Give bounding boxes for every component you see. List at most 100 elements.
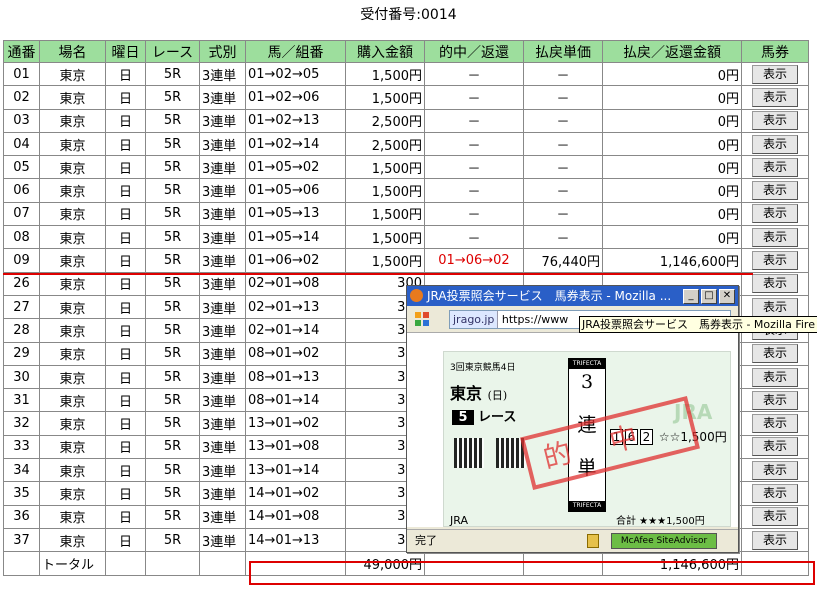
venue-cell: 東京 — [39, 411, 106, 436]
serial-number-cell: 37 — [3, 527, 40, 553]
show-ticket-button[interactable]: 表示 — [752, 274, 798, 294]
show-ticket-button[interactable]: 表示 — [752, 390, 798, 410]
serial-number-cell: 04 — [3, 131, 40, 157]
bet-type-cell: 3連単 — [199, 411, 246, 436]
hit-combination-cell: － — [424, 61, 524, 87]
maximize-icon[interactable]: □ — [701, 289, 717, 304]
show-ticket-button[interactable]: 表示 — [752, 437, 798, 457]
bet-type-cell: 3連単 — [199, 341, 246, 366]
betting-ticket-image: 3回東京競馬4日 東京 (日) 5 レース TRIFECTA 3 連 単 TRIF… — [443, 351, 731, 527]
show-ticket-button[interactable]: 表示 — [752, 297, 798, 317]
show-ticket-button[interactable]: 表示 — [752, 134, 798, 154]
column-header: 購入金額 — [345, 40, 425, 63]
payout-amount-cell: 0円 — [602, 131, 742, 157]
bet-type-cell: 3連単 — [199, 294, 246, 320]
minimize-icon[interactable]: _ — [683, 289, 699, 304]
show-ticket-button[interactable]: 表示 — [752, 87, 798, 107]
horse-combination-cell: 01→05→06 — [245, 178, 346, 203]
venue-cell: 東京 — [39, 388, 106, 413]
horse-combination-cell: 01→02→14 — [245, 131, 346, 157]
popup-titlebar[interactable]: JRA投票照会サービス 馬券表示 - Mozilla ... _ □ ✕ — [407, 286, 738, 306]
serial-number-cell: 09 — [3, 248, 40, 273]
show-ticket-button[interactable]: 表示 — [752, 64, 798, 84]
total-empty-cell — [105, 551, 146, 576]
venue-cell: 東京 — [39, 527, 106, 553]
show-ticket-button[interactable]: 表示 — [752, 227, 798, 247]
weekday-cell: 日 — [105, 481, 146, 506]
serial-number-cell: 02 — [3, 85, 40, 110]
payout-unit-price-cell: － — [523, 155, 603, 180]
serial-number-cell: 08 — [3, 225, 40, 250]
purchase-amount-cell: 1,500円 — [345, 248, 425, 273]
horse-combination-cell: 08→01→02 — [245, 341, 346, 366]
race-number-cell: 5R — [145, 481, 200, 506]
serial-number-cell: 01 — [3, 61, 40, 87]
hit-combination-cell: － — [424, 225, 524, 250]
weekday-cell: 日 — [105, 108, 146, 133]
ticket-cell: 表示 — [741, 341, 809, 366]
bet-type-cell: 3連単 — [199, 364, 246, 390]
show-ticket-button[interactable]: 表示 — [752, 367, 798, 387]
race-number-cell: 5R — [145, 318, 200, 343]
venue-cell: 東京 — [39, 178, 106, 203]
show-ticket-button[interactable]: 表示 — [752, 344, 798, 364]
payout-amount-cell: 0円 — [602, 61, 742, 87]
horse-combination-cell: 08→01→14 — [245, 388, 346, 413]
serial-number-cell: 35 — [3, 481, 40, 506]
ticket-band-bottom: TRIFECTA — [569, 501, 605, 511]
payout-unit-price-cell: － — [523, 225, 603, 250]
purchase-amount-cell: 1,500円 — [345, 201, 425, 227]
show-ticket-button[interactable]: 表示 — [752, 251, 798, 271]
table-row: 07 東京日 5R 3連単 01→05→13 1,500円－－ 0円 表示 — [3, 201, 809, 227]
table-row: 05 東京日 5R 3連単 01→05→02 1,500円－－ 0円 表示 — [3, 155, 809, 180]
serial-number-cell: 27 — [3, 294, 40, 320]
site-identity-button[interactable]: jrago.jp — [450, 311, 499, 328]
title-tooltip: JRA投票照会サービス 馬券表示 - Mozilla Fire — [579, 316, 817, 333]
show-ticket-button[interactable]: 表示 — [752, 111, 798, 131]
show-ticket-button[interactable]: 表示 — [752, 483, 798, 503]
bet-type-cell: 3連単 — [199, 318, 246, 343]
show-ticket-button[interactable]: 表示 — [752, 204, 798, 224]
lock-icon[interactable] — [587, 534, 599, 548]
bet-type-cell: 3連単 — [199, 61, 246, 87]
table-row: 04 東京日 5R 3連単 01→02→14 2,500円－－ 0円 表示 — [3, 131, 809, 157]
site-grid-icon — [415, 312, 431, 328]
horse-combination-cell: 13→01→14 — [245, 458, 346, 483]
show-ticket-button[interactable]: 表示 — [752, 530, 798, 550]
weekday-cell: 日 — [105, 458, 146, 483]
close-icon[interactable]: ✕ — [719, 289, 735, 304]
bet-type-cell: 3連単 — [199, 155, 246, 180]
qr-code-left — [454, 438, 484, 468]
serial-number-cell: 31 — [3, 388, 40, 413]
ticket-cell: 表示 — [741, 85, 809, 110]
bet-type-cell: 3連単 — [199, 225, 246, 250]
ticket-cell: 表示 — [741, 155, 809, 180]
weekday-cell: 日 — [105, 364, 146, 390]
hit-row-underline — [3, 273, 753, 275]
ticket-cell: 表示 — [741, 178, 809, 203]
horse-combination-cell: 13→01→02 — [245, 411, 346, 436]
serial-number-cell: 06 — [3, 178, 40, 203]
venue-cell: 東京 — [39, 434, 106, 460]
weekday-cell: 日 — [105, 341, 146, 366]
show-ticket-button[interactable]: 表示 — [752, 414, 798, 434]
hit-combination-cell: 01→06→02 — [424, 248, 524, 273]
ticket-race: 5 レース — [452, 406, 516, 425]
serial-number-cell: 26 — [3, 271, 40, 296]
horse-combination-cell: 01→02→06 — [245, 85, 346, 110]
show-ticket-button[interactable]: 表示 — [752, 460, 798, 480]
show-ticket-button[interactable]: 表示 — [752, 181, 798, 201]
column-header: 払戻／返還金額 — [602, 40, 742, 63]
weekday-cell: 日 — [105, 61, 146, 87]
show-ticket-button[interactable]: 表示 — [752, 507, 798, 527]
race-number-cell: 5R — [145, 61, 200, 87]
show-ticket-button[interactable]: 表示 — [752, 157, 798, 177]
bet-type-cell: 3連単 — [199, 85, 246, 110]
race-number-cell: 5R — [145, 294, 200, 320]
ticket-cell: 表示 — [741, 131, 809, 157]
ticket-jra-label: JRA — [450, 514, 468, 527]
status-text: 完了 — [415, 534, 437, 547]
ticket-cell: 表示 — [741, 411, 809, 436]
mcafee-siteadvisor-button[interactable]: McAfee SiteAdvisor — [611, 533, 717, 549]
race-number-cell: 5R — [145, 388, 200, 413]
